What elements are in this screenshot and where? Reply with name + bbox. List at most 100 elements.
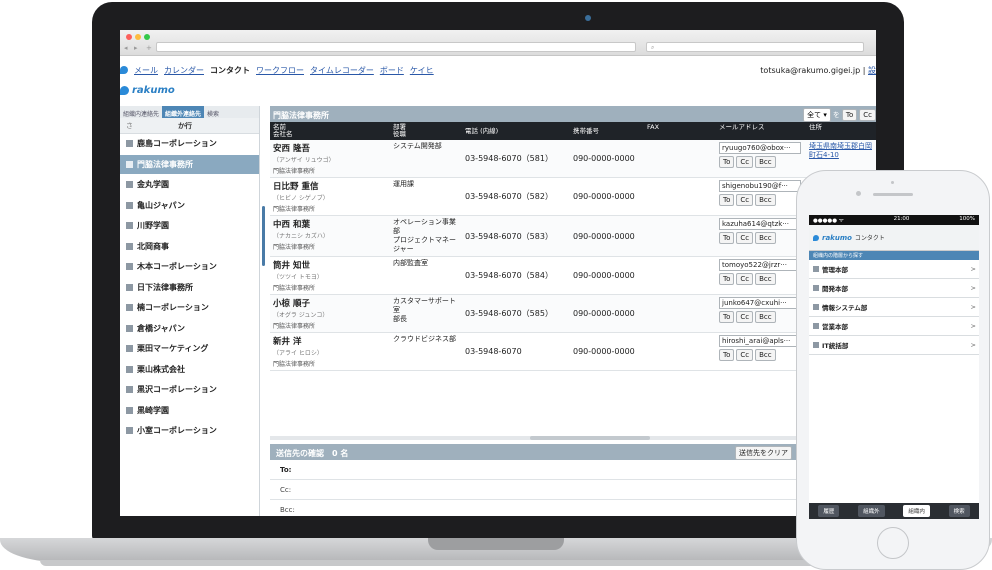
phone-tab[interactable]: 組織外 <box>858 505 885 517</box>
to-field[interactable]: To: <box>270 460 876 480</box>
recipient-buttons: To Cc Bcc <box>719 156 803 168</box>
email-select[interactable]: shigenobu190@f··· <box>719 180 801 192</box>
org-item[interactable]: 門脇法律事務所 <box>120 154 259 175</box>
contact-name[interactable]: 小椋 順子 <box>273 297 387 309</box>
org-item[interactable]: 亀山ジャパン <box>120 196 259 216</box>
phone-dept-name: IT統括部 <box>822 342 849 350</box>
recipient-buttons: To Cc Bcc <box>719 349 803 361</box>
bcc-button[interactable]: Bcc <box>755 194 776 206</box>
email-select[interactable]: hiroshi_arai@apls··· <box>719 335 801 347</box>
org-item[interactable]: 栗田マーケティング <box>120 339 259 360</box>
cc-button[interactable]: Cc <box>736 349 754 361</box>
org-item[interactable]: 小室コーポレーション <box>120 421 259 442</box>
cc-button[interactable]: Cc <box>736 156 754 168</box>
contact-name[interactable]: 日比野 重信 <box>273 180 387 192</box>
bcc-button[interactable]: Bcc <box>755 273 776 285</box>
cc-button[interactable]: Cc <box>736 194 754 206</box>
org-item[interactable]: 川野学園 <box>120 216 259 237</box>
phone-dept-item[interactable]: 営業本部 > <box>809 317 979 336</box>
cc-field[interactable]: Cc: <box>270 480 876 500</box>
building-icon <box>126 406 133 414</box>
table-row[interactable]: 小椋 順子 （オグラ ジュンコ） 門脇法律事務所 カスタマーサポート室 部長 03-59… <box>270 295 876 333</box>
settings-link[interactable]: 設 <box>868 66 876 75</box>
bcc-button[interactable]: Bcc <box>755 349 776 361</box>
phone-dept-item[interactable]: 情報システム部 > <box>809 298 979 317</box>
back-icon[interactable]: ◂ <box>124 44 128 52</box>
cc-button[interactable]: Cc <box>736 311 754 323</box>
org-item[interactable]: 金丸学園 <box>120 175 259 196</box>
bcc-field[interactable]: Bcc: <box>270 500 876 516</box>
org-item[interactable]: 北岡商事 <box>120 237 259 257</box>
org-item[interactable]: 倉橋ジャパン <box>120 319 259 339</box>
bcc-button[interactable]: Bcc <box>755 311 776 323</box>
clear-recipients-button[interactable]: 送信先をクリア <box>735 446 792 460</box>
table-row[interactable]: 新井 洋 （アライ ヒロシ） 門脇法律事務所 クラウドビジネス部 03-5948-607… <box>270 333 876 371</box>
to-button[interactable]: To <box>719 232 735 244</box>
left-tab[interactable]: 検索 <box>204 106 222 118</box>
cc-button[interactable]: Cc <box>736 273 754 285</box>
to-button[interactable]: To <box>719 156 735 168</box>
contact-org: 門脇法律事務所 <box>273 285 316 292</box>
phone-tab[interactable]: 組織内 <box>903 505 930 517</box>
url-bar[interactable] <box>156 42 636 52</box>
recipient-buttons: To Cc Bcc <box>719 232 803 244</box>
contact-name[interactable]: 新井 洋 <box>273 335 387 347</box>
phone-tab[interactable]: 履歴 <box>818 505 840 517</box>
left-tab[interactable]: 組織内連絡先 <box>120 106 162 118</box>
browser-search-bar[interactable]: ⌕ <box>646 42 864 52</box>
contact-name[interactable]: 筒井 知世 <box>273 259 387 271</box>
scroll-thumb[interactable] <box>530 436 650 440</box>
recipient-buttons: To Cc Bcc <box>719 194 803 206</box>
new-tab-icon[interactable]: + <box>146 44 152 52</box>
to-button[interactable]: To <box>719 349 735 361</box>
org-item[interactable]: 栗山株式会社 <box>120 360 259 380</box>
org-item[interactable]: 楠コーポレーション <box>120 298 259 319</box>
forward-icon[interactable]: ▸ <box>134 44 138 52</box>
org-list: 鹿島コーポレーション 門脇法律事務所 金丸学園 亀山ジャパン 川野学園 北岡商事 木本コーポ… <box>120 134 259 442</box>
table-row[interactable]: 中西 和葉 （ナカニシ カズハ） 門脇法律事務所 オペレーション事業部 プロジェクトマ… <box>270 216 876 257</box>
maximize-icon[interactable] <box>144 34 150 40</box>
table-row[interactable]: 日比野 重信 （ヒビノ シゲノブ） 門脇法律事務所 運用課 03-5948-6070（5… <box>270 178 876 216</box>
cc-button[interactable]: Cc <box>736 232 754 244</box>
kana-prev-button[interactable]: さ <box>126 121 133 131</box>
contact-name[interactable]: 安西 隆吾 <box>273 142 387 154</box>
contact-name[interactable]: 中西 和葉 <box>273 218 387 230</box>
nav-item[interactable]: ケイヒ <box>410 65 434 76</box>
minimize-icon[interactable] <box>135 34 141 40</box>
org-item[interactable]: 鹿島コーポレーション <box>120 134 259 155</box>
email-select[interactable]: tomoyo522@jrzr··· <box>719 259 801 271</box>
phone-tab[interactable]: 検索 <box>948 505 970 517</box>
to-button[interactable]: To <box>719 194 735 206</box>
home-button[interactable] <box>877 527 909 559</box>
left-scrollbar[interactable] <box>262 206 265 266</box>
bcc-button[interactable]: Bcc <box>755 156 776 168</box>
nav-item[interactable]: タイムレコーダー <box>310 65 374 76</box>
org-item[interactable]: 黒崎学園 <box>120 401 259 421</box>
nav-item[interactable]: メール <box>134 65 158 76</box>
nav-item[interactable]: ワークフロー <box>256 65 304 76</box>
phone-dept-item[interactable]: IT統括部 > <box>809 336 979 355</box>
table-row[interactable]: 安西 隆吾 （アンザイ リュウゴ） 門脇法律事務所 システム開発部 03-5948-60… <box>270 140 876 178</box>
email-select[interactable]: kazuha614@qtzk··· <box>719 218 801 230</box>
email-select[interactable]: junko647@cxuhi··· <box>719 297 801 309</box>
org-item[interactable]: 黒沢コーポレーション <box>120 380 259 401</box>
table-row[interactable]: 筒井 知世 （ツツイ トモヨ） 門脇法律事務所 内部監査室 03-5948-6070（5… <box>270 257 876 295</box>
to-button[interactable]: To <box>719 311 735 323</box>
close-icon[interactable] <box>126 34 132 40</box>
add-to-button[interactable]: To <box>841 109 858 121</box>
add-cc-button[interactable]: Cc <box>859 109 876 121</box>
org-item[interactable]: 木本コーポレーション <box>120 257 259 278</box>
nav-item[interactable]: コンタクト <box>210 65 250 76</box>
nav-item[interactable]: カレンダー <box>164 65 204 76</box>
bcc-button[interactable]: Bcc <box>755 232 776 244</box>
email-select[interactable]: ryuugo760@obox··· <box>719 142 801 154</box>
phone-dept-item[interactable]: 管理本部 > <box>809 260 979 279</box>
to-button[interactable]: To <box>719 273 735 285</box>
nav-item[interactable]: ボード <box>380 65 404 76</box>
phone-dept-item[interactable]: 開発本部 > <box>809 279 979 298</box>
horizontal-scrollbar[interactable] <box>270 436 876 440</box>
left-tab[interactable]: 組織外連絡先 <box>162 106 205 118</box>
contact-addr[interactable]: 埼玉県南埼玉郡白岡町石4-10 <box>809 142 873 160</box>
org-item[interactable]: 日下法律事務所 <box>120 278 259 298</box>
select-all-dropdown[interactable]: 全て ▾ <box>803 108 831 122</box>
